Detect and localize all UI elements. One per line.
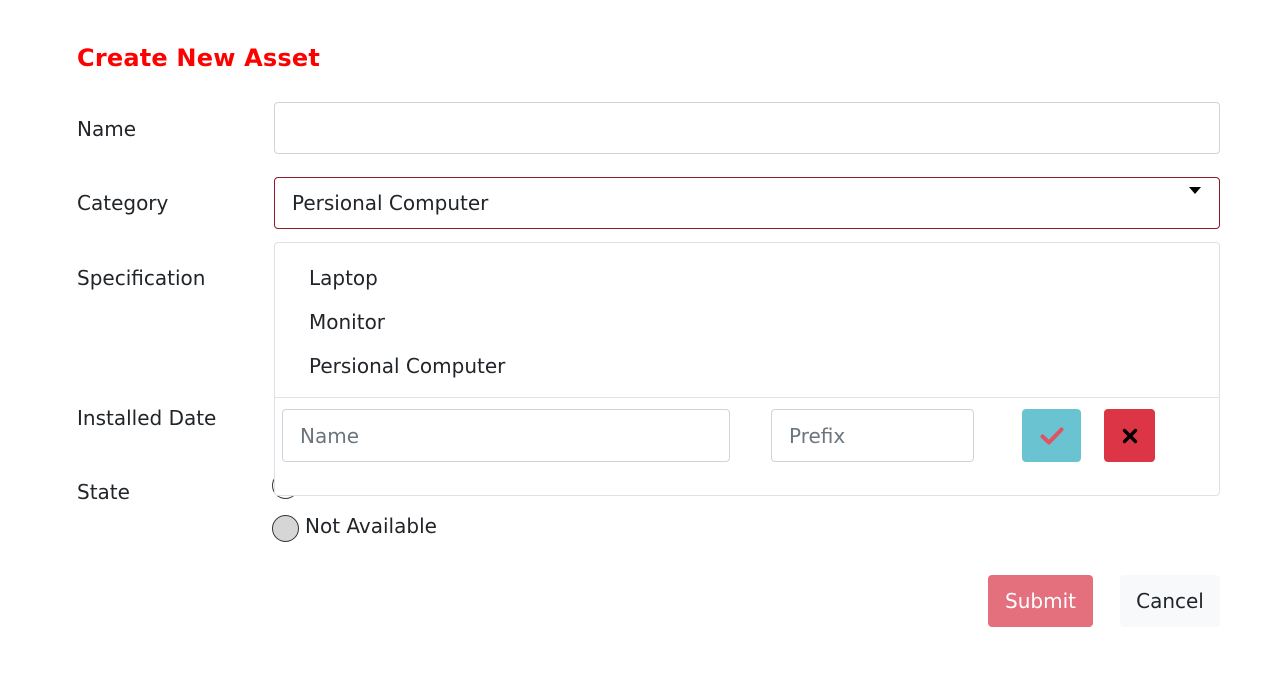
dropdown-divider	[275, 397, 1219, 398]
caret-down-icon	[1189, 187, 1201, 194]
state-radio-not-available[interactable]	[272, 515, 299, 542]
specification-label: Specification	[77, 266, 206, 290]
confirm-category-button[interactable]	[1022, 409, 1081, 462]
name-label: Name	[77, 117, 137, 141]
new-category-prefix-input[interactable]	[771, 409, 974, 462]
check-icon	[1040, 427, 1063, 444]
state-option-not-available-label[interactable]: Not Available	[305, 514, 437, 538]
submit-button[interactable]: Submit	[988, 575, 1093, 627]
category-select[interactable]: Persional Computer	[274, 177, 1220, 229]
installed-date-label: Installed Date	[77, 406, 217, 430]
category-option-laptop[interactable]: Laptop	[309, 266, 378, 290]
category-selected-value: Persional Computer	[292, 191, 489, 215]
cancel-button[interactable]: Cancel	[1120, 575, 1220, 627]
category-dropdown-menu: Laptop Monitor Persional Computer	[274, 242, 1220, 496]
category-label: Category	[77, 191, 169, 215]
page-title: Create New Asset	[77, 44, 321, 72]
category-option-monitor[interactable]: Monitor	[309, 310, 385, 334]
close-icon	[1122, 428, 1137, 443]
new-category-name-input[interactable]	[282, 409, 730, 462]
cancel-category-button[interactable]	[1104, 409, 1155, 462]
name-input[interactable]	[274, 102, 1220, 154]
category-option-persional-computer[interactable]: Persional Computer	[309, 354, 505, 378]
state-label: State	[77, 480, 130, 504]
